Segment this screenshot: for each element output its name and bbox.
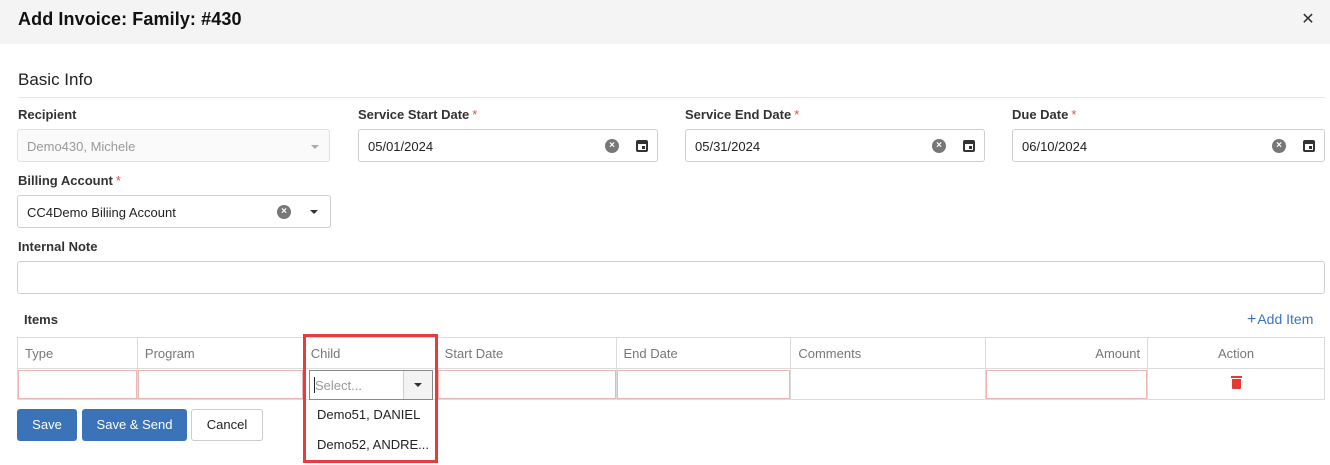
column-header-action: Action xyxy=(1147,337,1325,369)
calendar-icon[interactable] xyxy=(636,140,648,152)
internal-note-field[interactable] xyxy=(17,261,1325,294)
program-input[interactable] xyxy=(137,369,303,399)
service-start-label: Service Start Date * xyxy=(358,107,478,122)
trash-icon[interactable] xyxy=(1230,376,1242,389)
table-header-row: Type Program Child Start Date End Date C… xyxy=(17,337,1325,369)
service-start-date-value: 05/01/2024 xyxy=(368,139,434,154)
section-divider xyxy=(18,97,1325,98)
comments-cell[interactable] xyxy=(790,368,987,400)
chevron-down-icon[interactable] xyxy=(310,210,318,214)
section-title-basic-info: Basic Info xyxy=(18,70,93,89)
recipient-label: Recipient xyxy=(18,107,77,122)
billing-account-select[interactable]: CC4Demo Biliing Account × xyxy=(17,195,331,228)
column-header-type: Type xyxy=(17,337,138,369)
service-end-label: Service End Date * xyxy=(685,107,800,122)
column-header-amount: Amount xyxy=(985,337,1149,369)
items-table: Type Program Child Start Date End Date C… xyxy=(17,337,1325,400)
column-header-end-date: End Date xyxy=(615,337,792,369)
add-item-button[interactable]: +Add Item xyxy=(1247,311,1313,329)
type-input[interactable] xyxy=(18,369,137,399)
plus-icon: + xyxy=(1247,311,1257,328)
service-start-date-field[interactable]: 05/01/2024 × xyxy=(358,129,658,162)
chevron-down-icon xyxy=(311,145,319,149)
service-end-date-value: 05/31/2024 xyxy=(695,139,761,154)
clear-icon[interactable]: × xyxy=(605,139,619,153)
table-row xyxy=(17,368,1325,400)
close-icon[interactable]: ✕ xyxy=(1298,10,1318,30)
due-date-label: Due Date * xyxy=(1012,107,1077,122)
clear-icon[interactable]: × xyxy=(932,139,946,153)
recipient-select: Demo430, Michele xyxy=(17,129,330,162)
amount-input[interactable] xyxy=(986,369,1148,399)
save-and-send-button[interactable]: Save & Send xyxy=(82,409,187,441)
internal-note-label: Internal Note xyxy=(18,239,98,254)
action-cell xyxy=(1147,368,1325,400)
calendar-icon[interactable] xyxy=(1303,140,1315,152)
column-header-comments: Comments xyxy=(790,337,987,369)
column-header-program: Program xyxy=(136,337,304,369)
start-date-input[interactable] xyxy=(437,369,616,399)
billing-account-label: Billing Account * xyxy=(18,173,121,188)
clear-icon[interactable]: × xyxy=(1272,139,1286,153)
items-label: Items xyxy=(24,312,58,327)
clear-icon[interactable]: × xyxy=(277,205,291,219)
save-button[interactable]: Save xyxy=(17,409,77,441)
billing-account-value: CC4Demo Biliing Account xyxy=(27,205,176,220)
calendar-icon[interactable] xyxy=(963,140,975,152)
service-end-date-field[interactable]: 05/31/2024 × xyxy=(685,129,985,162)
dialog-header: Add Invoice: Family: #430 ✕ xyxy=(0,0,1330,44)
dialog-title: Add Invoice: Family: #430 xyxy=(18,9,242,29)
cancel-button[interactable]: Cancel xyxy=(191,409,263,441)
recipient-value: Demo430, Michele xyxy=(27,139,136,154)
due-date-field[interactable]: 06/10/2024 × xyxy=(1012,129,1325,162)
column-header-start-date: Start Date xyxy=(436,337,617,369)
end-date-input[interactable] xyxy=(616,369,791,399)
due-date-value: 06/10/2024 xyxy=(1022,139,1088,154)
highlight-box xyxy=(303,334,438,463)
